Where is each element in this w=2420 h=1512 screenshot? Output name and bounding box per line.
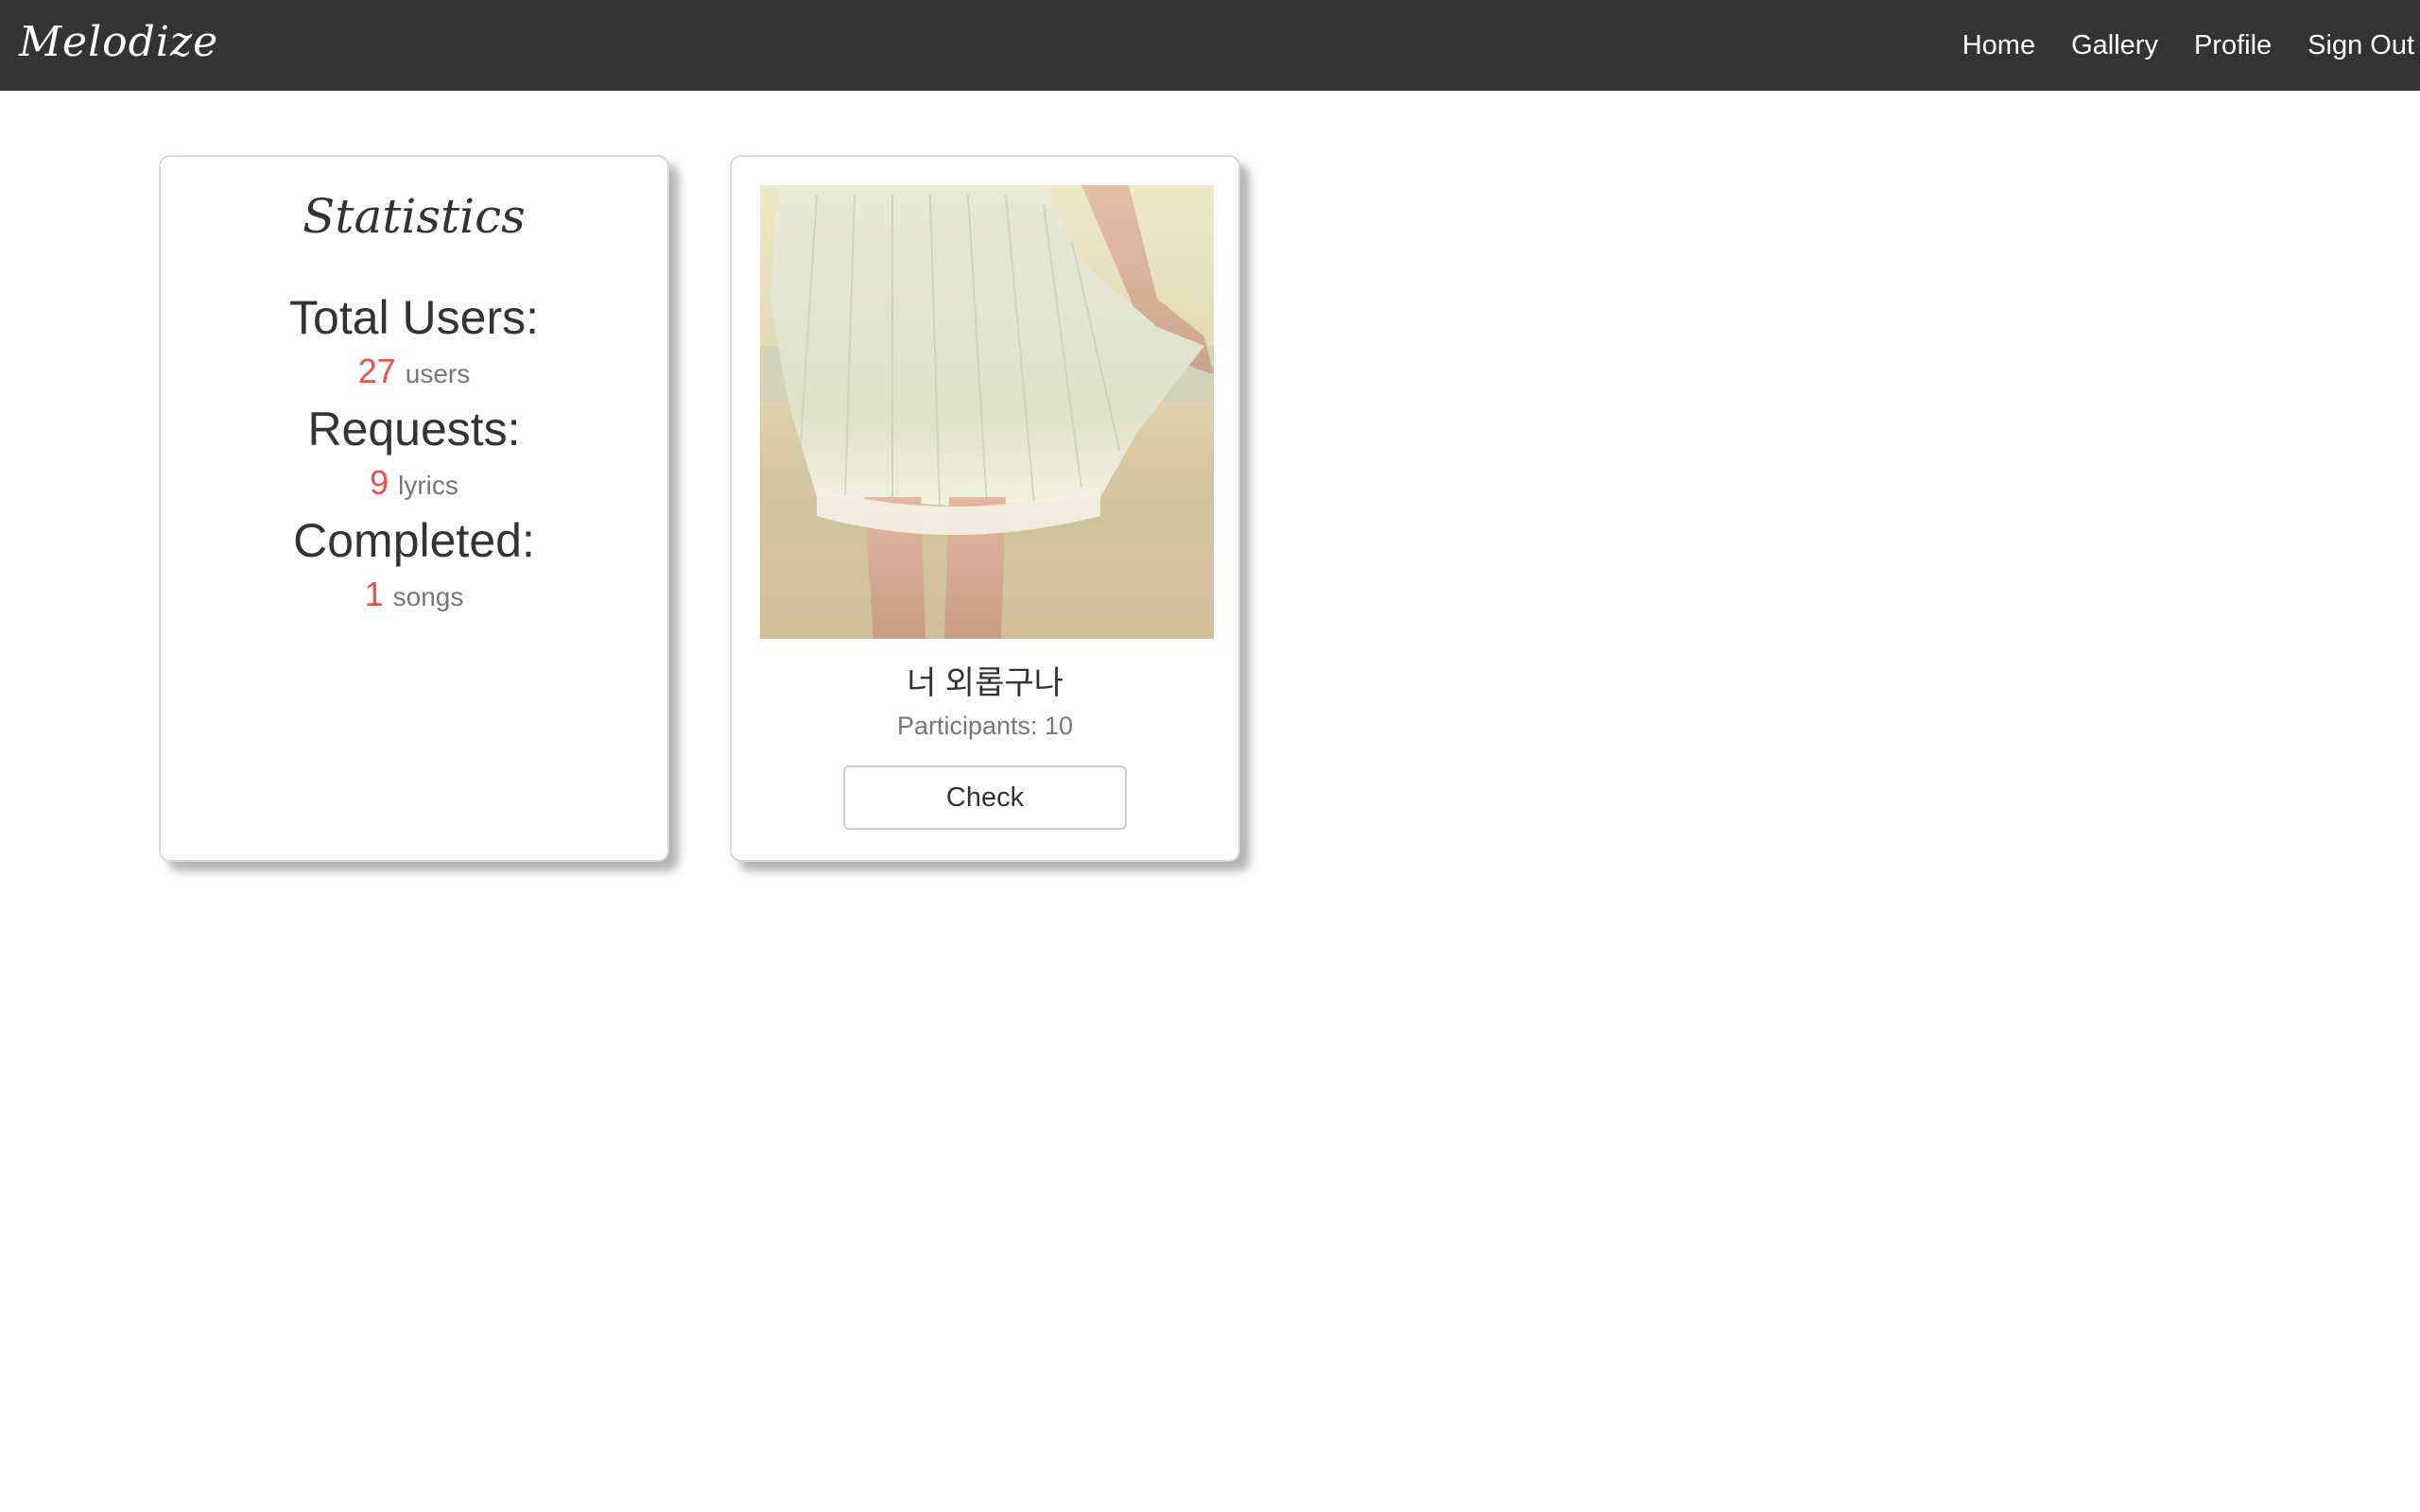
stat-label: Total Users: [289, 291, 539, 344]
check-button[interactable]: Check [843, 765, 1127, 830]
song-card: 너 외롭구나 Participants: 10 Check [730, 155, 1240, 862]
statistics-card: Statistics Total Users: 27 users Requests… [159, 155, 669, 862]
stat-unit: songs [392, 582, 464, 611]
nav-link-profile[interactable]: Profile [2194, 30, 2272, 61]
stat-total-users: Total Users: 27 users [161, 289, 667, 403]
top-navbar: Melodize Home Gallery Profile Sign Out [0, 0, 2420, 91]
song-title: 너 외롭구나 [907, 665, 1063, 701]
stat-unit: users [405, 359, 471, 388]
participants-count: Participants: 10 [896, 712, 1074, 740]
stat-value: 1 [364, 575, 384, 613]
stat-unit: lyrics [398, 471, 458, 500]
stat-label: Requests: [307, 403, 521, 455]
brand-logo[interactable]: Melodize [19, 13, 218, 72]
song-cover-image [760, 185, 1214, 639]
stat-value: 9 [370, 463, 389, 502]
stat-value: 27 [357, 352, 396, 390]
stat-completed: Completed: 1 songs [161, 512, 667, 626]
nav-link-sign-out[interactable]: Sign Out [2308, 30, 2414, 61]
statistics-title: Statistics [302, 189, 526, 244]
nav-links: Home Gallery Profile Sign Out [1927, 0, 2414, 91]
nav-link-home[interactable]: Home [1962, 30, 2035, 61]
stat-requests: Requests: 9 lyrics [161, 401, 667, 514]
nav-link-gallery[interactable]: Gallery [2071, 30, 2158, 61]
stat-label: Completed: [293, 514, 535, 567]
